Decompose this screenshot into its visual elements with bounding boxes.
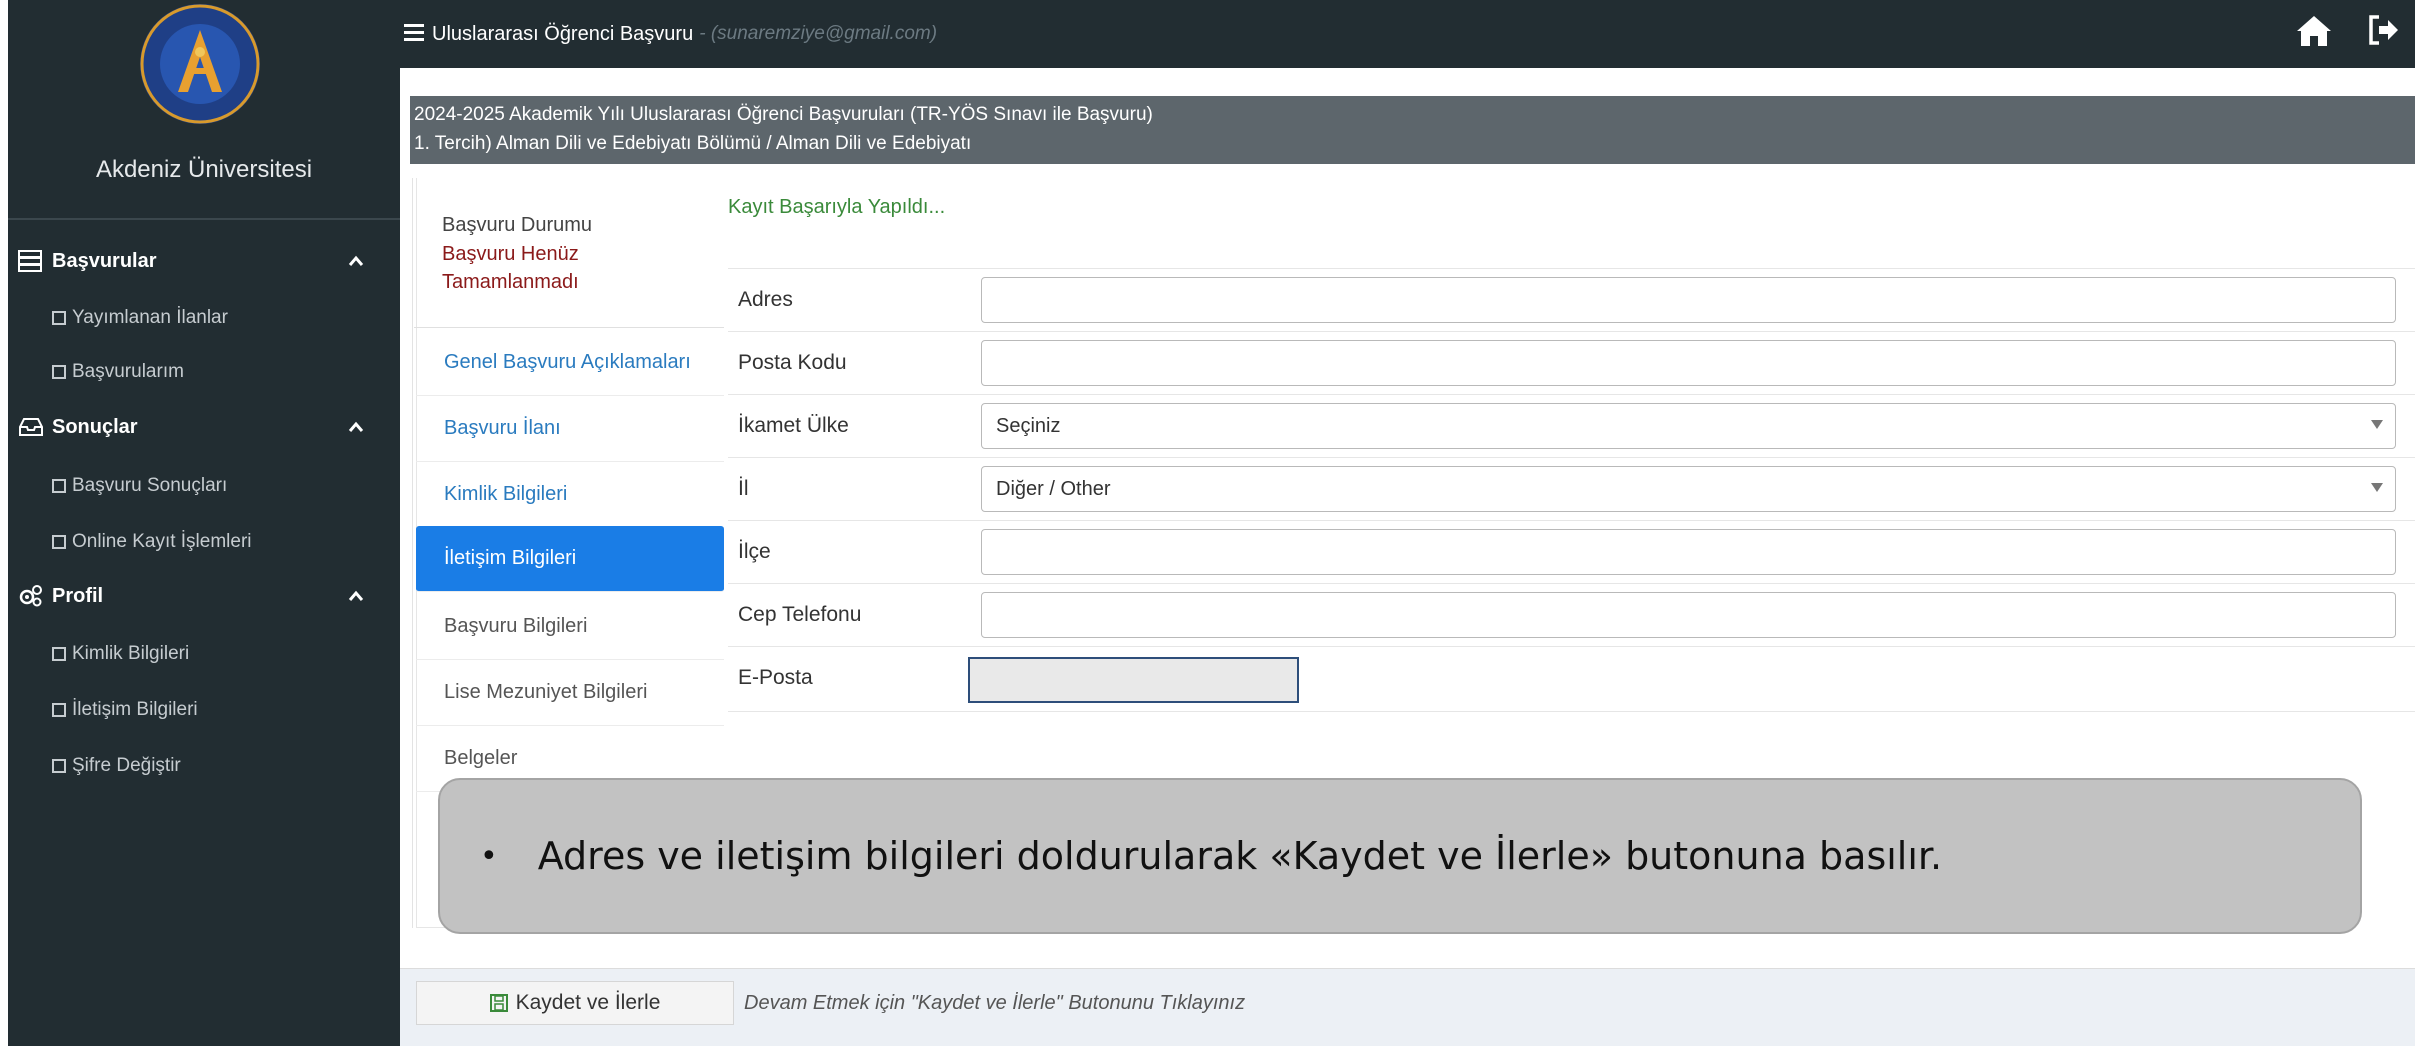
sidebar-section-sonuclar[interactable]: Sonuçlar [8,403,400,451]
sidebar-item-label: Kimlik Bilgileri [72,643,190,664]
sidebar-item-basvurularim[interactable]: Başvurularım [52,352,184,392]
menu-item-basvuru-bilgileri[interactable]: Başvuru Bilgileri [416,594,724,660]
inbox-icon [18,414,48,440]
email-field[interactable] [968,657,1299,703]
square-icon [52,479,66,493]
status-label: Başvuru Durumu [442,214,593,236]
sidebar-item-label: Başvuru Sonuçları [72,475,228,496]
application-status: Başvuru Durumu Başvuru Henüz Tamamlanmad… [414,188,724,328]
save-button-label: Kaydet ve İlerle [515,991,661,1014]
form-row-adres: Adres [728,268,2415,330]
university-logo [138,2,263,127]
user-email: - (sunaremziye@gmail.com) [699,23,938,44]
sidebar-section-label: Sonuçlar [52,415,138,438]
sidebar-item-kimlik-bilgileri[interactable]: Kimlik Bilgileri [52,634,189,674]
home-icon[interactable] [2295,14,2333,53]
form-row-ikamet-ulke: İkamet Ülke Seçiniz [728,394,2415,456]
sidebar-section-label: Profil [52,584,104,607]
header-line-1: 2024-2025 Akademik Yılı Uluslararası Öğr… [414,104,1153,125]
continue-hint: Devam Etmek için "Kaydet ve İlerle" Buto… [744,992,1246,1014]
server-icon [18,248,48,274]
square-icon [52,535,66,549]
callout-text: Adres ve iletişim bilgileri doldurularak… [537,834,1943,878]
menu-item-lise-mezuniyet[interactable]: Lise Mezuniyet Bilgileri [416,660,724,726]
application-header: 2024-2025 Akademik Yılı Uluslararası Öğr… [410,96,2415,164]
dropdown-arrow-icon [2371,420,2383,429]
menu-item-kimlik-bilgileri[interactable]: Kimlik Bilgileri [416,462,724,528]
logout-icon[interactable] [2367,14,2401,51]
sidebar-item-sifre-degistir[interactable]: Şifre Değiştir [52,746,181,786]
hamburger-menu-icon[interactable] [404,23,424,46]
form-row-cep-telefonu: Cep Telefonu [728,583,2415,645]
sidebar-divider [8,218,400,220]
address-input[interactable] [981,277,2396,323]
mobile-phone-input[interactable] [981,592,2396,638]
sidebar-item-basvuru-sonuclari[interactable]: Başvuru Sonuçları [52,466,227,506]
sidebar-item-label: Yayımlanan İlanlar [72,307,228,328]
sidebar-item-yayimlanan-ilanlar[interactable]: Yayımlanan İlanlar [52,298,228,338]
district-input[interactable] [981,529,2396,575]
square-icon [52,759,66,773]
menu-item-basvuru-ilani[interactable]: Başvuru İlanı [416,396,724,462]
field-label: İl [738,477,749,500]
field-label: E-Posta [738,666,813,689]
sidebar: Akdeniz Üniversitesi Başvurular Yayımlan… [8,0,400,1046]
header-line-2: 1. Tercih) Alman Dili ve Edebiyatı Bölüm… [414,133,972,154]
chevron-up-icon[interactable] [348,250,364,273]
sidebar-item-label: Şifre Değiştir [72,755,181,776]
menu-item-genel-aciklamalar[interactable]: Genel Başvuru Açıklamaları [416,330,724,396]
university-name: Akdeniz Üniversitesi [95,156,313,183]
sidebar-section-profil[interactable]: Profil [8,572,400,620]
sidebar-section-label: Başvurular [52,249,157,272]
square-icon [52,647,66,661]
sidebar-item-online-kayit[interactable]: Online Kayıt İşlemleri [52,522,252,562]
instruction-callout: • Adres ve iletişim bilgileri doldurular… [438,778,2362,934]
square-icon [52,703,66,717]
bullet-icon: • [480,838,498,874]
field-label: Cep Telefonu [738,603,862,626]
sidebar-item-label: Online Kayıt İşlemleri [72,531,252,552]
status-value: Başvuru Henüz Tamamlanmadı [442,243,579,293]
field-label: Posta Kodu [738,351,847,374]
top-bar: Uluslararası Öğrenci Başvuru - (sunaremz… [400,0,2415,68]
chevron-up-icon[interactable] [348,416,364,439]
save-icon [489,994,508,1012]
select-value: Diğer / Other [996,477,1111,500]
sidebar-section-basvurular[interactable]: Başvurular [8,237,400,285]
postal-code-input[interactable] [981,340,2396,386]
app-title: Uluslararası Öğrenci Başvuru [432,22,694,45]
select-value: Seçiniz [996,414,1061,437]
sidebar-item-label: Başvurularım [72,361,184,382]
sidebar-item-label: İletişim Bilgileri [72,699,198,720]
square-icon [52,365,66,379]
country-select[interactable]: Seçiniz [981,403,2396,449]
form-row-ilce: İlçe [728,520,2415,582]
success-message: Kayıt Başarıyla Yapıldı... [728,196,946,218]
save-and-continue-button[interactable]: Kaydet ve İlerle [416,981,734,1025]
field-label: İlçe [738,540,771,563]
menu-item-iletisim-bilgileri[interactable]: İletişim Bilgileri [416,526,724,592]
field-label: Adres [738,288,793,311]
square-icon [52,311,66,325]
cogs-icon [18,583,48,609]
field-label: İkamet Ülke [738,414,849,437]
sidebar-item-iletisim-bilgileri[interactable]: İletişim Bilgileri [52,690,198,730]
form-row-posta-kodu: Posta Kodu [728,331,2415,393]
dropdown-arrow-icon [2371,483,2383,492]
form-divider [728,711,2415,712]
chevron-up-icon[interactable] [348,585,364,608]
form-row-il: İl Diğer / Other [728,457,2415,519]
province-select[interactable]: Diğer / Other [981,466,2396,512]
